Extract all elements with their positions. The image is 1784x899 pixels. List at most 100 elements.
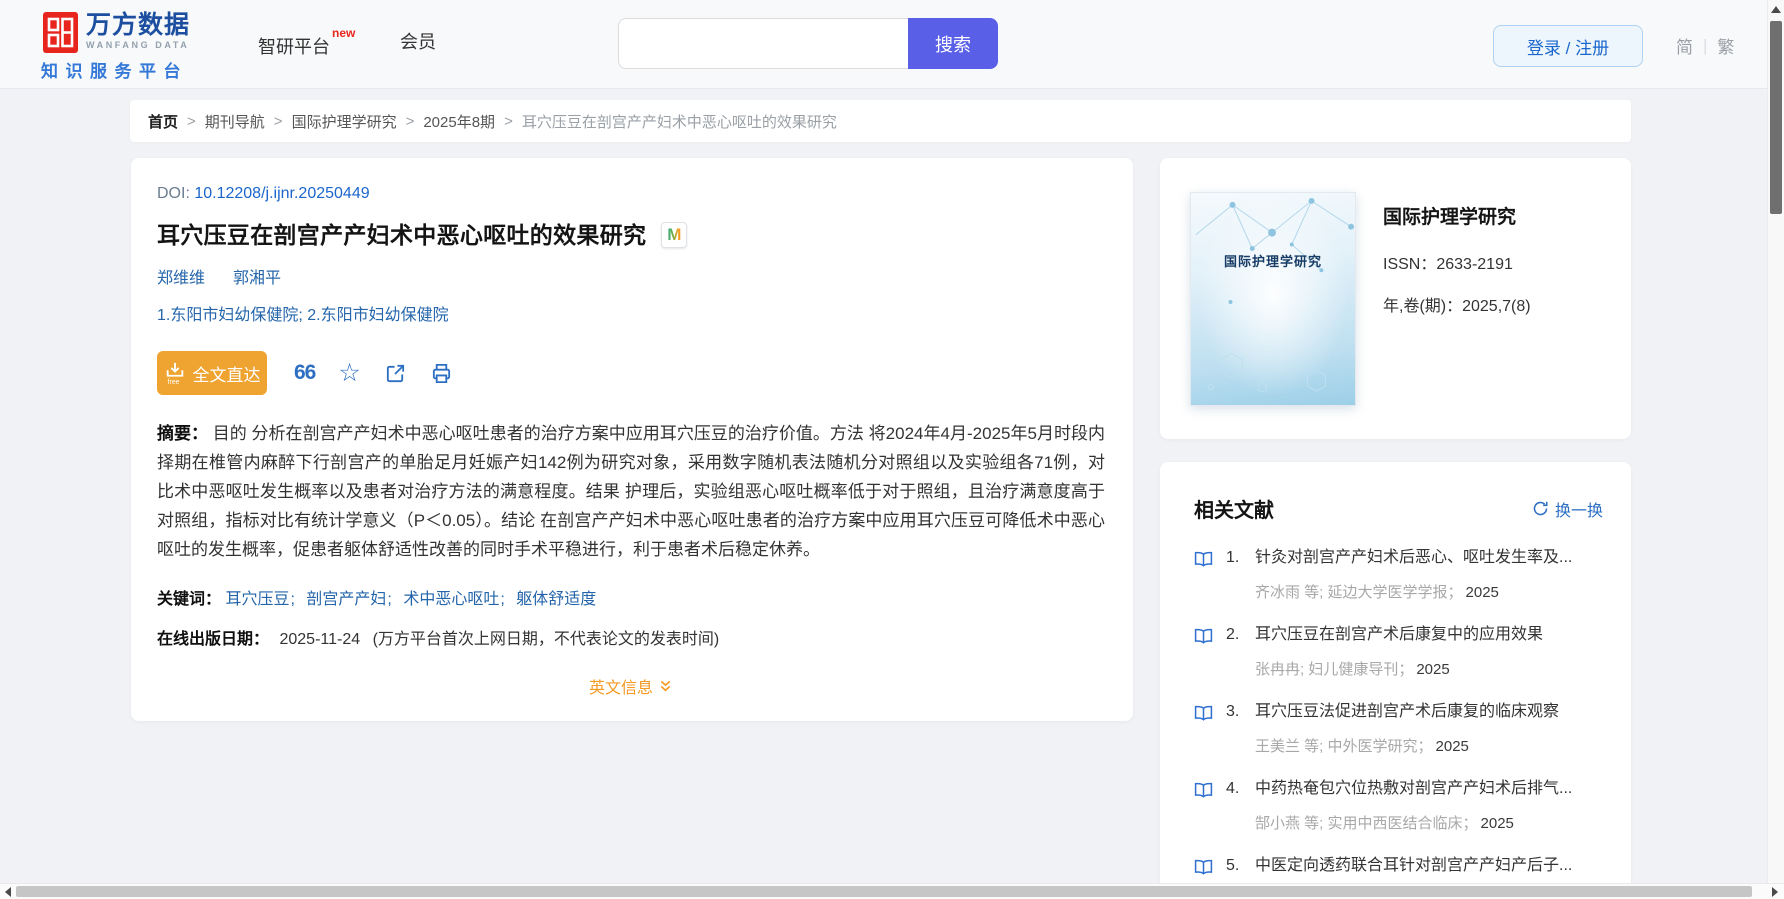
related-item-meta-row: 齐冰雨 等; 延边大学医学学报； 2025 (1194, 583, 1603, 603)
nav-item-member[interactable]: 会员 (400, 30, 436, 54)
journal-cover-title: 国际护理学研究 (1223, 254, 1322, 269)
issn-value: 2633-2191 (1436, 256, 1513, 273)
keyword-separator: ; (387, 591, 392, 608)
refresh-related-button[interactable]: 换一换 (1532, 497, 1603, 521)
affiliations[interactable]: 1.东阳市妇幼保健院; 2.东阳市妇幼保健院 (157, 305, 1105, 327)
related-literature-card: 相关文献 换一换 1. 针灸对剖宫产产妇术后恶心、呕吐发生率及... 齐冰雨 等… (1160, 462, 1631, 899)
breadcrumb-link[interactable]: 耳穴压豆在剖宫产产妇术中恶心呕吐的效果研究 (522, 111, 837, 132)
keywords-row: 关键词： 耳穴压豆; 剖宫产产妇; 术中恶心呕吐; 躯体舒适度; (157, 588, 1105, 612)
lang-simplified[interactable]: 简 (1676, 33, 1693, 58)
volume-value: 2025,7(8) (1462, 298, 1531, 315)
cite-icon[interactable]: 66 (294, 361, 316, 385)
book-icon (1194, 859, 1213, 875)
fulltext-button[interactable]: free 全文直达 (157, 351, 267, 395)
book-icon (1194, 705, 1213, 721)
related-item-title[interactable]: 中医定向透药联合耳针对剖宫产产妇产后子... (1255, 855, 1572, 877)
issn-label: ISSN： (1383, 256, 1437, 273)
search-button[interactable]: 搜索 (908, 18, 998, 69)
wanfang-logo[interactable]: 万方数据 WANFANG DATA (43, 12, 190, 53)
print-icon[interactable] (430, 362, 453, 385)
scroll-up-arrow[interactable] (1771, 6, 1781, 13)
related-item-meta: 张冉冉; 妇儿健康导刊； (1255, 661, 1414, 678)
keyword-item: 剖宫产产妇; (306, 591, 398, 608)
doi-label: DOI: (157, 185, 190, 202)
related-item: 3. 耳穴压豆法促进剖宫产术后康复的临床观察 王美兰 等; 中外医学研究； 202… (1194, 701, 1603, 757)
action-toolbar: free 全文直达 66 ☆ (157, 351, 1105, 395)
site-header: 万方数据 WANFANG DATA 知识服务平台 智研平台new 会员 搜索 登… (0, 0, 1784, 89)
journal-name[interactable]: 国际护理学研究 (1383, 202, 1516, 229)
breadcrumb-separator: > (187, 112, 196, 130)
english-info-toggle[interactable]: 英文信息 (589, 674, 673, 698)
book-icon (1194, 782, 1213, 798)
journal-cover[interactable]: 国际护理学研究 (1190, 192, 1356, 406)
related-item-year: 2025 (1465, 584, 1499, 601)
nav-item-zhiyan-platform[interactable]: 智研平台new (258, 26, 355, 59)
scroll-left-arrow[interactable] (5, 887, 11, 897)
keyword-item: 耳穴压豆; (225, 591, 301, 608)
related-item-title[interactable]: 中药热奄包穴位热敷对剖宫产产妇术后排气... (1255, 778, 1572, 800)
journal-issn-row: ISSN：2633-2191 (1383, 250, 1513, 274)
breadcrumb-link[interactable]: 首页 (148, 111, 178, 132)
journal-volume-row: 年,卷(期)：2025,7(8) (1383, 292, 1531, 316)
brand-name-en: WANFANG DATA (86, 40, 190, 50)
breadcrumb-link[interactable]: 国际护理学研究 (292, 111, 397, 132)
publish-date-label: 在线出版日期： (157, 631, 270, 648)
keyword-separator: ; (290, 591, 295, 608)
fulltext-button-label: 全文直达 (192, 365, 261, 385)
author-list: 郑维维 郭湘平 (157, 268, 1105, 290)
keyword-link[interactable]: 耳穴压豆 (225, 591, 289, 608)
lang-divider: | (1703, 35, 1708, 55)
author-link[interactable]: 郭湘平 (233, 270, 281, 287)
related-item-title-row: 3. 耳穴压豆法促进剖宫产术后康复的临床观察 (1194, 701, 1603, 723)
lang-traditional[interactable]: 繁 (1717, 33, 1734, 58)
related-item-meta: 郜小燕 等; 实用中西医结合临床； (1255, 815, 1478, 832)
author-link[interactable]: 郑维维 (157, 270, 205, 287)
breadcrumb-separator: > (405, 112, 415, 130)
book-icon (1194, 551, 1213, 567)
keyword-link[interactable]: 剖宫产产妇 (306, 591, 386, 608)
related-item-title[interactable]: 针灸对剖宫产产妇术后恶心、呕吐发生率及... (1255, 547, 1572, 569)
abstract: 摘要： 目的 分析在剖宫产产妇术中恶心呕吐患者的治疗方案中应用耳穴压豆的治疗价值… (157, 419, 1105, 564)
medline-badge: M (661, 222, 688, 248)
related-item-number: 5. (1226, 857, 1240, 874)
related-item-meta: 王美兰 等; 中外医学研究； (1255, 738, 1433, 755)
keyword-link[interactable]: 躯体舒适度 (516, 591, 596, 608)
horizontal-scrollbar-thumb[interactable] (16, 886, 1752, 897)
vertical-scrollbar-thumb[interactable] (1770, 21, 1782, 214)
keyword-link[interactable]: 术中恶心呕吐 (403, 591, 499, 608)
search-input[interactable] (618, 18, 908, 69)
related-item-year: 2025 (1480, 815, 1514, 832)
doi-link[interactable]: 10.12208/j.ijnr.20250449 (194, 185, 369, 202)
related-item: 4. 中药热奄包穴位热敷对剖宫产产妇术后排气... 郜小燕 等; 实用中西医结合… (1194, 778, 1603, 834)
nav-item-label: 会员 (400, 32, 436, 52)
doi-row: DOI: 10.12208/j.ijnr.20250449 (157, 184, 1105, 204)
favorite-star-icon[interactable]: ☆ (338, 361, 360, 386)
abstract-label: 摘要： (157, 424, 209, 443)
related-header: 相关文献 换一换 (1194, 494, 1603, 523)
related-item-year: 2025 (1416, 661, 1450, 678)
related-item-title-row: 4. 中药热奄包穴位热敷对剖宫产产妇术后排气... (1194, 778, 1603, 800)
breadcrumb-link[interactable]: 期刊导航 (205, 111, 265, 132)
article-title: 耳穴压豆在剖宫产产妇术中恶心呕吐的效果研究 (157, 222, 647, 248)
related-item-number: 2. (1226, 626, 1240, 643)
breadcrumb-link[interactable]: 2025年8期 (423, 111, 495, 132)
related-item-title-row: 2. 耳穴压豆在剖宫产术后康复中的应用效果 (1194, 624, 1603, 646)
related-item-meta-row: 张冉冉; 妇儿健康导刊； 2025 (1194, 660, 1603, 680)
download-free-icon: free (166, 362, 183, 385)
related-item-title[interactable]: 耳穴压豆在剖宫产术后康复中的应用效果 (1255, 624, 1543, 646)
breadcrumb-item: > 国际护理学研究 (265, 111, 397, 132)
english-info-row: 英文信息 (157, 674, 1105, 698)
volume-label: 年,卷(期)： (1383, 298, 1463, 315)
share-icon[interactable] (384, 362, 407, 385)
language-toggle: 简 | 繁 (1676, 33, 1734, 58)
related-item-number: 3. (1226, 703, 1240, 720)
scroll-right-arrow[interactable] (1772, 887, 1778, 897)
vertical-scrollbar[interactable] (1767, 0, 1784, 883)
horizontal-scrollbar[interactable] (0, 883, 1784, 899)
abstract-text: 目的 分析在剖宫产产妇术中恶心呕吐患者的治疗方案中应用耳穴压豆的治疗价值。方法 … (157, 424, 1105, 559)
related-item-title[interactable]: 耳穴压豆法促进剖宫产术后康复的临床观察 (1255, 701, 1559, 723)
login-register-button[interactable]: 登录 / 注册 (1493, 25, 1643, 67)
breadcrumb-item: > 耳穴压豆在剖宫产产妇术中恶心呕吐的效果研究 (495, 111, 837, 132)
breadcrumb-item: > 2025年8期 (397, 111, 495, 132)
title-row: 耳穴压豆在剖宫产产妇术中恶心呕吐的效果研究 M (157, 219, 1105, 251)
